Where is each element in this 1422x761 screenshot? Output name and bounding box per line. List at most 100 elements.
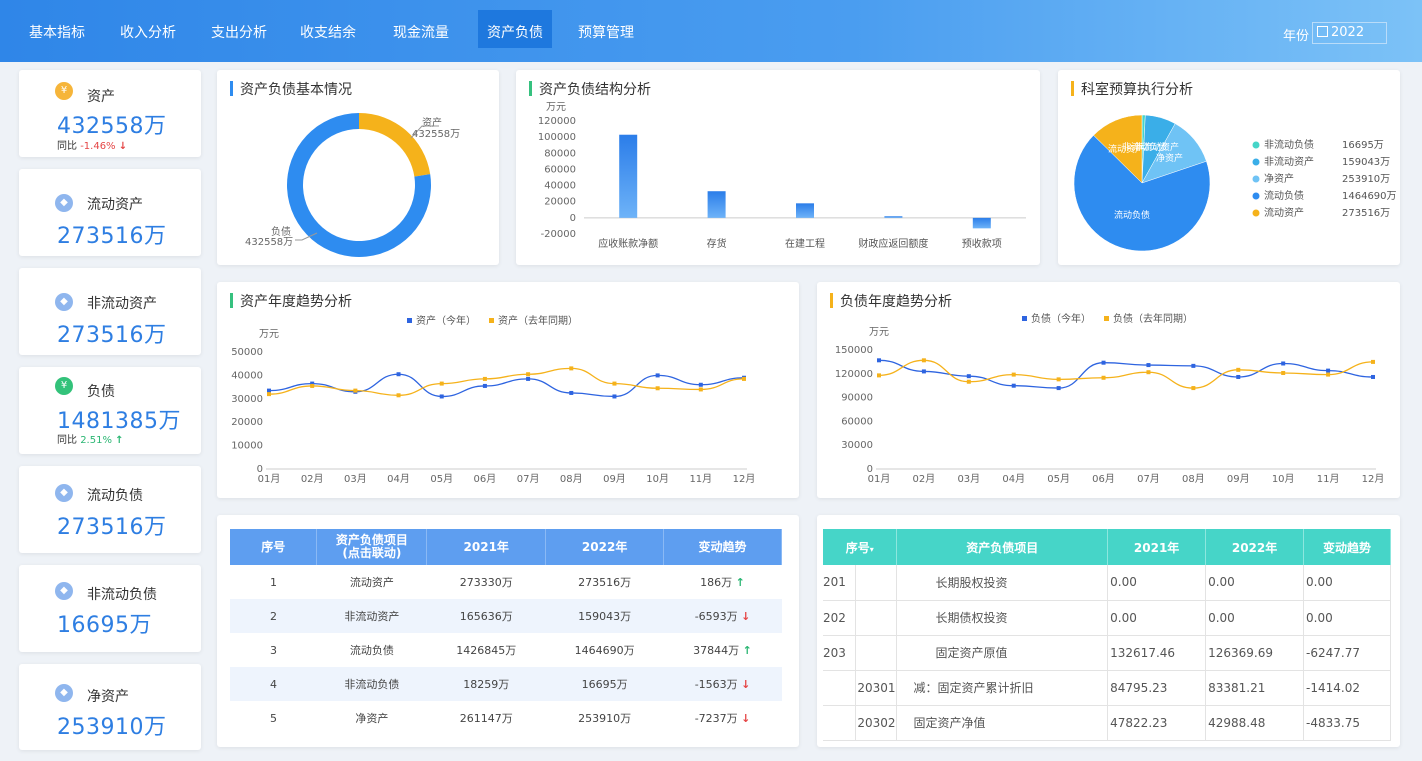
legend-value: 16695万 [1342, 140, 1384, 151]
y-tick-label: 120000 [835, 369, 873, 380]
tab-balance[interactable]: 收支结余 [300, 22, 356, 42]
series-point [439, 381, 444, 386]
series-point [1056, 386, 1061, 391]
kpi-card-non-current-liabilities[interactable]: ◆ 非流动负债 16695万 [19, 565, 201, 652]
bar [707, 191, 726, 218]
series-point [1236, 367, 1241, 372]
bar [972, 217, 991, 229]
tab-cash-flow[interactable]: 现金流量 [393, 22, 449, 42]
item-link[interactable]: 非流动负债 [316, 667, 427, 701]
x-tick-label: 应收账款净额 [598, 237, 658, 250]
kpi-card-liabilities[interactable]: ¥ 负债 1481385万 同比 2.51% ↑ [19, 367, 201, 454]
x-tick-label: 03月 [957, 473, 980, 485]
cube-icon: ◆ [55, 293, 73, 311]
series-point [267, 388, 271, 393]
legend-marker [1252, 141, 1260, 149]
y-axis-unit: 万元 [869, 327, 889, 338]
series-point [1371, 374, 1375, 379]
series-point [966, 379, 971, 384]
y-tick-label: 50000 [231, 347, 263, 358]
kpi-card-net-assets[interactable]: ◆ 净资产 253910万 [19, 664, 201, 750]
table-row[interactable]: 3 流动负债 1426845万 1464690万 37844万 ↑ [230, 633, 782, 667]
legend-marker [489, 318, 494, 323]
x-tick-label: 财政应返回额度 [858, 237, 928, 250]
y-tick-label: 60000 [544, 164, 576, 175]
item-link[interactable]: 流动负债 [317, 633, 427, 667]
cube-icon: ◆ [55, 582, 73, 600]
item-link[interactable]: 流动资产 [317, 565, 427, 599]
table-row[interactable]: 2 非流动资产 165636万 159043万 -6593万 ↓ [230, 599, 782, 633]
series-point [1146, 363, 1151, 368]
col-header-2022: 2022年 [545, 529, 665, 565]
legend-marker [407, 318, 412, 323]
table-row[interactable]: 202 长期债权投资 0.00 0.00 0.00 [823, 600, 1391, 636]
y-tick-label: 20000 [544, 197, 576, 208]
legend-label: 流动负债 [1264, 189, 1304, 202]
slice-label-value: 432558万 [412, 129, 460, 140]
series-point [1056, 377, 1061, 382]
table-row[interactable]: 5 净资产 261147万 253910万 -7237万 ↓ [230, 701, 782, 735]
bar [619, 134, 638, 218]
tab-basic-indicators[interactable]: 基本指标 [29, 22, 85, 42]
cube-icon: ◆ [55, 194, 73, 212]
legend-marker [1104, 316, 1109, 321]
kpi-label: 负债 [87, 384, 115, 400]
kpi-label: 非流动资产 [87, 296, 157, 312]
kpi-value: 432558万 [57, 114, 167, 139]
kpi-yoy: 同比 -1.46% ↓ [57, 141, 128, 152]
kpi-value: 273516万 [57, 323, 167, 348]
y-tick-label: 30000 [841, 440, 873, 451]
coin-icon: ¥ [55, 377, 73, 395]
cube-icon: ◆ [55, 484, 73, 502]
table-row[interactable]: 4 非流动负债 18259万 16695万 -1563万 ↓ [230, 667, 782, 701]
col-header-no[interactable]: 序号▾ [823, 529, 898, 565]
series-point [698, 387, 703, 392]
series-point [966, 374, 971, 379]
legend-label: 负债（今年） [1031, 312, 1091, 325]
legend-value: 159043万 [1342, 157, 1390, 168]
kpi-card-non-current-assets[interactable]: ◆ 非流动资产 273516万 [19, 268, 201, 355]
slice-label-value: 432558万 [245, 237, 293, 248]
series-point [698, 382, 703, 387]
table-row[interactable]: 1 流动资产 273330万 273516万 186万 ↑ [230, 565, 782, 599]
kpi-label: 流动负债 [87, 488, 143, 504]
arrow-up-icon: ↑ [742, 644, 752, 657]
legend-marker [1252, 209, 1260, 217]
cube-icon: ◆ [55, 684, 73, 702]
x-tick-label: 08月 [560, 473, 583, 485]
tab-expense-analysis[interactable]: 支出分析 [211, 22, 267, 42]
y-tick-label: 30000 [231, 394, 263, 405]
tab-assets-liabilities[interactable]: 资产负债 [478, 10, 552, 48]
series-point [396, 393, 401, 398]
series-point [482, 383, 487, 388]
y-tick-label: 150000 [835, 345, 873, 356]
tab-budget-management[interactable]: 预算管理 [578, 22, 634, 42]
tab-income-analysis[interactable]: 收入分析 [120, 22, 176, 42]
calendar-icon [1317, 26, 1328, 37]
kpi-card-current-liabilities[interactable]: ◆ 流动负债 273516万 [19, 466, 201, 553]
legend-label: 资产（今年） [416, 314, 476, 327]
x-tick-label: 04月 [1002, 473, 1025, 485]
x-tick-label: 09月 [1227, 473, 1250, 485]
year-picker[interactable]: 2022 [1312, 22, 1387, 44]
x-tick-label: 01月 [258, 473, 281, 485]
table-row[interactable]: 203 固定资产原值 132617.46 126369.69 -6247.77 [823, 635, 1391, 671]
y-tick-label: 10000 [231, 441, 263, 452]
series-point [921, 358, 926, 363]
series-point [1146, 370, 1151, 375]
slice-inside-label: 非流动资产 [1134, 141, 1179, 153]
table-row[interactable]: 20302 固定资产净值 47822.23 42988.48 -4833.75 [823, 705, 1391, 741]
summary-table: 序号 资产负债项目 (点击联动) 2021年 2022年 变动趋势 1 流动资产 … [230, 529, 782, 735]
kpi-value: 273516万 [57, 224, 167, 249]
series-point [877, 373, 881, 378]
kpi-card-current-assets[interactable]: ◆ 流动资产 273516万 [19, 169, 201, 256]
table-row[interactable]: 201 长期股权投资 0.00 0.00 0.00 [823, 565, 1391, 601]
series-point [877, 358, 881, 363]
series-line [268, 373, 745, 398]
kpi-card-assets[interactable]: ¥ 资产 432558万 同比 -1.46% ↓ [19, 70, 201, 157]
x-tick-label: 06月 [474, 473, 497, 485]
item-link[interactable]: 非流动资产 [316, 599, 427, 633]
table-row[interactable]: 20301 减：固定资产累计折旧 84795.23 83381.21 -1414… [823, 670, 1391, 706]
arrow-up-icon: ↑ [115, 435, 124, 446]
item-link[interactable]: 净资产 [317, 701, 427, 735]
